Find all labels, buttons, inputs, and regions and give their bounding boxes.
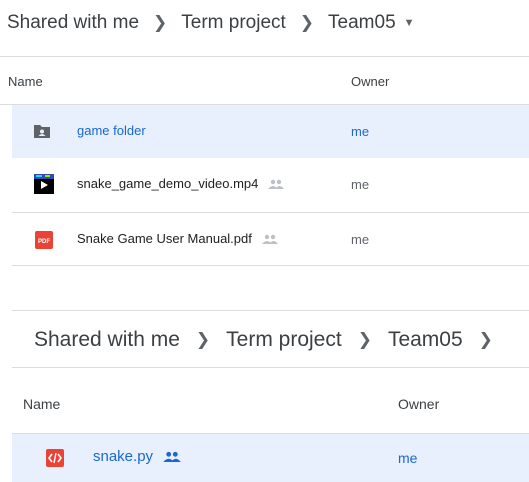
column-header-owner[interactable]: Owner — [351, 74, 389, 89]
column-header-name[interactable]: Name — [8, 74, 43, 89]
drive-file-list-panel-2: Shared with me ❯ Term project ❯ Team05 ❯… — [0, 305, 529, 482]
file-owner: me — [351, 232, 370, 247]
breadcrumb-term-project[interactable]: Term project — [181, 12, 286, 34]
pdf-icon-label: PDF — [38, 239, 50, 245]
chevron-right-icon: ❯ — [153, 13, 168, 32]
breadcrumb: Shared with me ❯ Term project ❯ Team05 ❯ — [34, 322, 509, 358]
drive-file-list-panel-1: Shared with me ❯ Term project ❯ Team05 ▼… — [0, 0, 529, 275]
chevron-right-icon: ❯ — [299, 13, 315, 32]
file-row-pdf[interactable]: PDF Snake Game User Manual.pdf me — [12, 213, 529, 266]
file-name: Snake Game User Manual.pdf — [77, 231, 252, 246]
video-file-icon — [34, 174, 54, 194]
file-name-with-shared: Snake Game User Manual.pdf — [77, 231, 278, 246]
file-name: snake.py — [93, 448, 154, 465]
column-header-name[interactable]: Name — [23, 396, 60, 412]
chevron-right-icon: ❯ — [357, 330, 372, 349]
file-name-with-shared: snake_game_demo_video.mp4 — [77, 176, 285, 191]
file-owner: me — [351, 124, 370, 139]
chevron-right-icon: ❯ — [195, 330, 211, 349]
file-row-game-folder[interactable]: game folder me — [12, 105, 529, 158]
shared-people-icon — [268, 179, 285, 189]
file-name: game folder — [77, 123, 146, 138]
file-name-with-shared: snake.py — [93, 448, 181, 465]
breadcrumb-term-project[interactable]: Term project — [226, 328, 342, 352]
breadcrumb-team05[interactable]: Team05 — [388, 328, 463, 352]
breadcrumb-shared-with-me[interactable]: Shared with me — [7, 12, 139, 34]
file-row-video[interactable]: snake_game_demo_video.mp4 me — [12, 158, 529, 213]
header-divider — [12, 367, 529, 368]
caret-down-icon[interactable]: ▼ — [404, 17, 415, 29]
header-divider — [0, 56, 529, 57]
code-file-icon — [46, 449, 64, 467]
file-owner: me — [398, 450, 418, 466]
file-row-snake-py[interactable]: snake.py me — [12, 434, 529, 482]
breadcrumb: Shared with me ❯ Term project ❯ Team05 ▼ — [7, 6, 415, 40]
column-header-owner[interactable]: Owner — [398, 396, 439, 412]
shared-people-icon — [163, 451, 181, 462]
chevron-right-icon: ❯ — [478, 330, 493, 349]
pdf-file-icon: PDF — [35, 231, 53, 249]
file-name: snake_game_demo_video.mp4 — [77, 176, 259, 191]
breadcrumb-shared-with-me[interactable]: Shared with me — [34, 328, 180, 352]
file-owner: me — [351, 177, 370, 192]
shared-people-icon — [261, 234, 278, 244]
shared-folder-icon — [33, 123, 51, 139]
breadcrumb-team05[interactable]: Team05 — [328, 12, 396, 34]
